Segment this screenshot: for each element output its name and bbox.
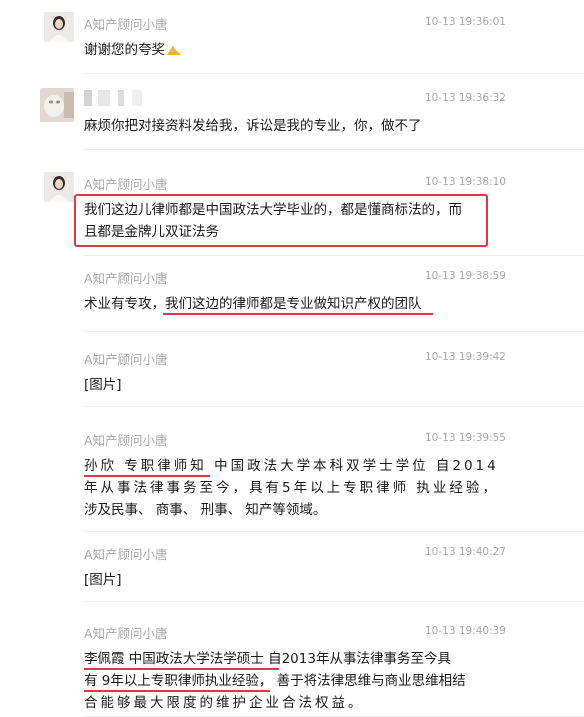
sender-name: A知产顾问小唐 (84, 547, 168, 562)
sender-name: A知产顾问小唐 (84, 433, 168, 448)
chat-message: A知产顾问小唐 10-13 19:38:59 术业有专攻，我们这边的律师都是专业… (0, 266, 584, 332)
message-line: 李佩霞 中国政法大学法学硕士 自2013年从事法律事务至今具 (84, 651, 451, 667)
message-line: 孙欣 专职律师知 中国政法大学本科双学士学位 自2014 (84, 458, 499, 474)
praying-hands-icon (167, 45, 181, 55)
message-text: 孙欣 专职律师知 中国政法大学本科双学士学位 自2014 年从事法律事务至今，具… (84, 455, 504, 521)
message-time: 10-13 19:40:39 (424, 625, 506, 637)
chat-message: 10-13 19:36:32 麻烦你把对接资料发给我，诉讼是我的专业，你，做不了 (0, 88, 584, 150)
chat-message: A知产顾问小唐 10-13 19:40:27 [图片] (0, 542, 584, 602)
avatar[interactable] (44, 172, 74, 202)
chat-message: A知产顾问小唐 10-13 19:39:55 孙欣 专职律师知 中国政法大学本科… (0, 428, 584, 532)
message-time: 10-13 19:40:27 (424, 546, 506, 558)
message-time: 10-13 19:38:10 (424, 176, 506, 188)
chat-message: A知产顾问小唐 10-13 19:38:10 我们这边儿律师都是中国政法大学毕业… (0, 172, 584, 256)
highlight-underline (84, 475, 210, 477)
sender-name: A知产顾问小唐 (84, 177, 168, 192)
message-text: 我们这边儿律师都是中国政法大学毕业的，都是懂商标法的，而 且都是金牌儿双证法务 (84, 199, 484, 243)
message-line: 年从事法律事务至今，具有5年以上专职律师 执业经验， (84, 480, 499, 496)
highlight-underline (84, 668, 279, 670)
message-time: 10-13 19:36:32 (424, 92, 506, 104)
chat-message: A知产顾问小唐 10-13 19:40:39 李佩霞 中国政法大学法学硕士 自2… (0, 621, 584, 717)
message-time: 10-13 19:39:55 (424, 432, 506, 444)
image-placeholder[interactable]: [图片] (84, 374, 484, 396)
message-text: 谢谢您的夸奖 (84, 39, 484, 61)
message-line: 合能够最大限度的维护企业合法权益。 (84, 695, 365, 711)
message-line: 涉及民事、 商事、 刑事、 知产等领域。 (84, 502, 327, 518)
message-text-plain: 术业有专攻， (84, 296, 165, 312)
message-text-body: 谢谢您的夸奖 (84, 42, 165, 58)
image-placeholder[interactable]: [图片] (84, 569, 484, 591)
message-line: 且都是金牌儿双证法务 (84, 224, 219, 240)
avatar[interactable] (44, 12, 74, 42)
blurred-sender-name (84, 90, 142, 106)
message-text: 术业有专攻，我们这边的律师都是专业做知识产权的团队 (84, 293, 484, 315)
message-time: 10-13 19:38:59 (424, 270, 506, 282)
highlight-underline (163, 313, 433, 315)
highlight-underline (84, 690, 270, 692)
message-text-underlined: 我们这边的律师都是专业做知识产权的团队 (165, 296, 422, 312)
message-text: 麻烦你把对接资料发给我，诉讼是我的专业，你，做不了 (84, 118, 422, 134)
chat-message: A知产顾问小唐 10-13 19:36:01 谢谢您的夸奖 (0, 12, 584, 74)
message-line: 有 9年以上专职律师执业经验， 善于将法律思维与商业思维相结 (84, 673, 466, 689)
message-time: 10-13 19:36:01 (424, 16, 506, 28)
sender-name: A知产顾问小唐 (84, 626, 168, 641)
sender-name: A知产顾问小唐 (84, 352, 168, 367)
avatar[interactable] (40, 88, 74, 122)
chat-message: A知产顾问小唐 10-13 19:39:42 [图片] (0, 347, 584, 407)
message-time: 10-13 19:39:42 (424, 351, 506, 363)
message-line: 我们这边儿律师都是中国政法大学毕业的，都是懂商标法的，而 (84, 202, 462, 218)
sender-name: A知产顾问小唐 (84, 17, 168, 32)
sender-name: A知产顾问小唐 (84, 271, 168, 286)
message-text: 李佩霞 中国政法大学法学硕士 自2013年从事法律事务至今具 有 9年以上专职律… (84, 648, 504, 714)
